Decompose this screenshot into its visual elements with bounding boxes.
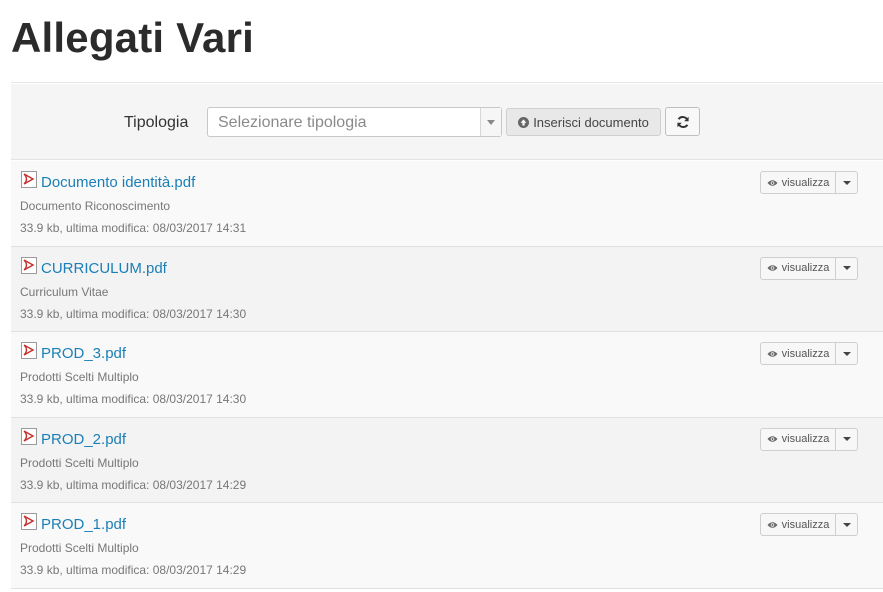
eye-icon xyxy=(767,265,778,271)
toolbar: Tipologia Selezionare tipologia Inserisc… xyxy=(11,84,883,160)
view-button[interactable]: visualizza xyxy=(760,342,836,365)
document-type: Prodotti Scelti Multiplo xyxy=(20,541,139,555)
view-button-group: visualizza xyxy=(760,342,858,365)
document-name-link[interactable]: Documento identità.pdf xyxy=(41,174,195,191)
view-label: visualizza xyxy=(781,347,830,360)
pdf-file-icon xyxy=(21,513,37,530)
title-divider xyxy=(11,82,883,83)
view-button-group: visualizza xyxy=(760,513,858,536)
pdf-file-icon xyxy=(21,427,37,445)
document-meta: 33.9 kb, ultima modifica: 08/03/2017 14:… xyxy=(20,221,247,235)
pdf-file-icon xyxy=(21,171,37,188)
upload-arrow-icon xyxy=(518,116,530,128)
page-title: Allegati Vari xyxy=(11,14,255,61)
document-row: CURRICULUM.pdf Curriculum Vitae 33.9 kb,… xyxy=(11,246,883,332)
caret-down-icon xyxy=(842,266,851,270)
caret-down-icon xyxy=(842,437,851,441)
document-list: Documento identità.pdf Documento Riconos… xyxy=(11,161,883,589)
document-type: Prodotti Scelti Multiplo xyxy=(20,370,139,384)
view-label: visualizza xyxy=(781,518,830,531)
refresh-icon xyxy=(676,115,689,128)
document-name-link[interactable]: PROD_1.pdf xyxy=(41,516,126,533)
chevron-down-icon[interactable] xyxy=(480,108,501,136)
insert-document-label: Inserisci documento xyxy=(533,114,649,130)
document-type: Documento Riconoscimento xyxy=(20,199,171,213)
document-meta: 33.9 kb, ultima modifica: 08/03/2017 14:… xyxy=(20,392,247,406)
pdf-file-icon xyxy=(21,342,37,359)
view-button-group: visualizza xyxy=(760,171,858,194)
view-dropdown-toggle[interactable] xyxy=(836,427,858,451)
document-meta: 33.9 kb, ultima modifica: 08/03/2017 14:… xyxy=(20,563,247,577)
eye-icon xyxy=(767,350,778,357)
insert-document-button[interactable]: Inserisci documento xyxy=(506,108,661,136)
view-label: visualizza xyxy=(781,262,830,274)
document-row: PROD_2.pdf Prodotti Scelti Multiplo 33.9… xyxy=(11,417,883,503)
document-name-link[interactable]: CURRICULUM.pdf xyxy=(41,260,167,277)
select-placeholder: Selezionare tipologia xyxy=(218,114,367,131)
document-row: PROD_1.pdf Prodotti Scelti Multiplo 33.9… xyxy=(11,503,883,589)
view-button[interactable]: visualizza xyxy=(760,256,836,280)
document-meta: 33.9 kb, ultima modifica: 08/03/2017 14:… xyxy=(20,306,247,321)
eye-icon xyxy=(767,179,778,186)
view-button-group: visualizza xyxy=(760,427,858,451)
document-row: PROD_3.pdf Prodotti Scelti Multiplo 33.9… xyxy=(11,332,883,418)
document-type: Prodotti Scelti Multiplo xyxy=(20,455,139,470)
view-button-group: visualizza xyxy=(760,256,858,280)
view-label: visualizza xyxy=(781,433,830,445)
document-meta: 33.9 kb, ultima modifica: 08/03/2017 14:… xyxy=(20,477,247,492)
eye-icon xyxy=(767,436,778,442)
view-button[interactable]: visualizza xyxy=(760,513,836,536)
view-label: visualizza xyxy=(781,176,830,189)
refresh-button[interactable] xyxy=(665,107,700,136)
caret-down-icon xyxy=(842,180,851,185)
document-row: Documento identità.pdf Documento Riconos… xyxy=(11,161,883,247)
view-button[interactable]: visualizza xyxy=(760,171,836,194)
view-dropdown-toggle[interactable] xyxy=(836,342,858,365)
caret-down-icon xyxy=(842,351,851,356)
document-name-link[interactable]: PROD_2.pdf xyxy=(41,431,126,448)
pdf-file-icon xyxy=(21,256,37,274)
document-name-link[interactable]: PROD_3.pdf xyxy=(41,345,126,362)
document-type: Curriculum Vitae xyxy=(20,284,109,299)
caret-down-icon xyxy=(842,522,851,527)
tipologia-label: Tipologia xyxy=(124,114,189,131)
tipologia-select[interactable]: Selezionare tipologia xyxy=(207,107,502,137)
eye-icon xyxy=(767,521,778,528)
view-dropdown-toggle[interactable] xyxy=(836,513,858,536)
view-dropdown-toggle[interactable] xyxy=(836,171,858,194)
view-dropdown-toggle[interactable] xyxy=(836,256,858,280)
view-button[interactable]: visualizza xyxy=(760,427,836,451)
